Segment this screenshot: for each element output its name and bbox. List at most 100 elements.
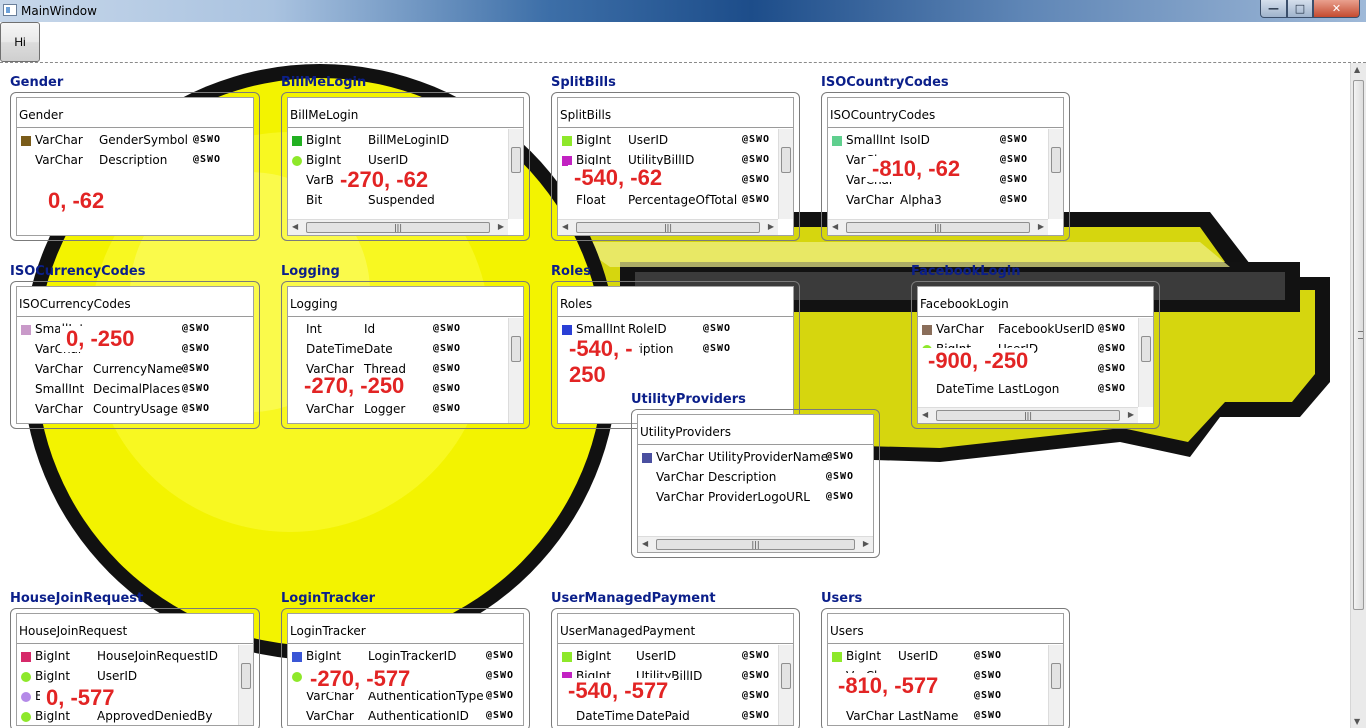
table-row[interactable]: BigIntUserID@SWO bbox=[17, 666, 253, 686]
column-flags[interactable]: @SWO bbox=[826, 487, 854, 507]
gender-table-title[interactable]: Gender bbox=[10, 75, 63, 90]
utility-providers-table-card[interactable]: UtilityProviders VarChar UtilityProviderNa… bbox=[631, 409, 880, 558]
column-list-horizontal-scrollbar[interactable]: ◀ ||| ▶ bbox=[918, 407, 1138, 423]
column-list-horizontal-scrollbar[interactable]: ◀ ||| ▶ bbox=[558, 219, 778, 235]
scroll-thumb[interactable]: ||| bbox=[656, 539, 855, 550]
column-flags[interactable]: @SWO bbox=[1000, 190, 1028, 210]
logging-table-title[interactable]: Logging bbox=[281, 264, 340, 279]
column-flags[interactable]: @SWO bbox=[433, 339, 461, 359]
column-flags[interactable]: @SWO bbox=[742, 130, 770, 150]
gender-column-list[interactable]: VarChar GenderSymbol @SWO VarChar Descriptio… bbox=[17, 128, 253, 237]
column-list-vertical-scrollbar[interactable] bbox=[508, 318, 523, 423]
roles-table-title[interactable]: Roles bbox=[551, 264, 591, 279]
table-row[interactable]: VarChar AuthenticationID @SWO bbox=[288, 706, 523, 726]
column-flags[interactable]: @SWO bbox=[486, 686, 514, 706]
scroll-thumb[interactable] bbox=[1051, 147, 1061, 173]
table-row[interactable]: VarChar Description @SWO bbox=[638, 467, 873, 487]
scroll-thumb[interactable]: ||| bbox=[846, 222, 1030, 233]
table-row[interactable]: Int Id @SWO bbox=[288, 319, 523, 339]
column-flags[interactable]: @SWO bbox=[433, 359, 461, 379]
column-flags[interactable]: @SWO bbox=[742, 666, 770, 686]
table-row[interactable]: VarChar LastName @SWO bbox=[828, 706, 1063, 726]
table-row[interactable]: DateTime Date @SWO bbox=[288, 339, 523, 359]
table-row[interactable]: BigIntUserID@SWO bbox=[558, 130, 793, 150]
table-row[interactable]: BigIntUserID@SWO bbox=[558, 646, 793, 666]
table-row[interactable]: Bit Suspended bbox=[288, 190, 523, 210]
bill-me-login-table-title[interactable]: BillMeLogin bbox=[281, 75, 366, 90]
table-row[interactable]: DateTime LastLogon @SWO bbox=[918, 379, 1153, 399]
scroll-thumb[interactable] bbox=[1353, 80, 1364, 610]
column-flags[interactable]: @SWO bbox=[974, 646, 1002, 666]
logging-table-card[interactable]: Logging Int Id @SWO DateTime Date @SWO VarChar T… bbox=[281, 281, 530, 429]
table-row[interactable]: DateTime DatePaid @SWO bbox=[558, 706, 793, 726]
scroll-left-arrow-icon[interactable]: ◀ bbox=[642, 539, 648, 548]
utility-providers-column-list[interactable]: VarChar UtilityProviderName @SWO VarChar Des… bbox=[638, 445, 873, 538]
table-row[interactable]: SmallInt DecimalPlaces @SWO bbox=[17, 379, 253, 399]
scroll-left-arrow-icon[interactable]: ◀ bbox=[832, 222, 838, 231]
column-flags[interactable]: @SWO bbox=[742, 646, 770, 666]
column-flags[interactable]: @SWO bbox=[742, 150, 770, 170]
column-flags[interactable]: @SWO bbox=[1000, 130, 1028, 150]
table-row[interactable]: VarChar UtilityProviderName @SWO bbox=[638, 447, 873, 467]
scroll-thumb[interactable] bbox=[511, 147, 521, 173]
column-flags[interactable]: @SWO bbox=[1098, 339, 1126, 359]
scroll-right-arrow-icon[interactable]: ▶ bbox=[1128, 410, 1134, 419]
table-row[interactable]: VarChar GenderSymbol @SWO bbox=[17, 130, 253, 150]
column-flags[interactable]: @SWO bbox=[433, 379, 461, 399]
column-flags[interactable]: @SWO bbox=[1098, 319, 1126, 339]
column-flags[interactable]: @SWO bbox=[703, 339, 731, 359]
column-flags[interactable]: @SWO bbox=[182, 339, 210, 359]
scroll-thumb[interactable] bbox=[1141, 336, 1151, 362]
scroll-thumb[interactable]: ||| bbox=[936, 410, 1120, 421]
maximize-button[interactable]: □ bbox=[1287, 0, 1313, 18]
scroll-left-arrow-icon[interactable]: ◀ bbox=[922, 410, 928, 419]
gender-table-card[interactable]: Gender VarChar GenderSymbol @SWO VarChar Desc… bbox=[10, 92, 260, 241]
column-flags[interactable]: @SWO bbox=[974, 666, 1002, 686]
table-row[interactable]: BigInt BillMeLoginID bbox=[288, 130, 523, 150]
column-flags[interactable]: @SWO bbox=[182, 319, 210, 339]
column-flags[interactable]: @SWO bbox=[974, 686, 1002, 706]
column-flags[interactable]: @SWO bbox=[1000, 150, 1028, 170]
table-row[interactable]: VarChar Logger @SWO bbox=[288, 399, 523, 419]
column-list-vertical-scrollbar[interactable] bbox=[1048, 645, 1063, 725]
scroll-thumb[interactable] bbox=[511, 336, 521, 362]
column-flags[interactable]: @SWO bbox=[826, 447, 854, 467]
table-row[interactable]: VarChar CurrencyName @SWO bbox=[17, 359, 253, 379]
main-vertical-scrollbar[interactable]: ▲ ▼ bbox=[1350, 63, 1366, 728]
split-bills-table-title[interactable]: SplitBills bbox=[551, 75, 616, 90]
table-row[interactable]: BigIntHouseJoinRequestID@SWO bbox=[17, 646, 253, 666]
column-flags[interactable]: @SWO bbox=[742, 686, 770, 706]
column-list-vertical-scrollbar[interactable] bbox=[778, 645, 793, 725]
logging-column-list[interactable]: Int Id @SWO DateTime Date @SWO VarChar Thread @S… bbox=[288, 317, 523, 425]
column-flags[interactable]: @SWO bbox=[486, 706, 514, 726]
scroll-right-arrow-icon[interactable]: ▶ bbox=[498, 222, 504, 231]
scroll-down-arrow-icon[interactable]: ▼ bbox=[1354, 717, 1360, 726]
scroll-right-arrow-icon[interactable]: ▶ bbox=[863, 539, 869, 548]
column-flags[interactable]: @SWO bbox=[826, 467, 854, 487]
scroll-thumb[interactable] bbox=[1051, 663, 1061, 689]
column-flags[interactable]: @SWO bbox=[742, 706, 770, 726]
table-row[interactable]: Float PercentageOfTotal @SWO bbox=[558, 190, 793, 210]
table-row[interactable]: VarChar FacebookUserID @SWO bbox=[918, 319, 1153, 339]
column-flags[interactable]: @SWO bbox=[974, 706, 1002, 726]
users-table-card[interactable]: UsersBigIntUserID@SWOVarChar@SWO@SWOVarC… bbox=[821, 608, 1070, 728]
table-row[interactable]: VarChar Description @SWO bbox=[17, 150, 253, 170]
minimize-button[interactable]: — bbox=[1260, 0, 1287, 18]
table-row[interactable]: VarChar Alpha3 @SWO bbox=[828, 190, 1063, 210]
scroll-thumb[interactable]: ||| bbox=[306, 222, 490, 233]
column-flags[interactable]: @SWO bbox=[193, 130, 221, 150]
column-list-vertical-scrollbar[interactable] bbox=[508, 129, 523, 219]
column-flags[interactable]: @SWO bbox=[1000, 170, 1028, 190]
column-flags[interactable]: @SWO bbox=[182, 379, 210, 399]
table-row[interactable]: SmallInt IsoID @SWO bbox=[828, 130, 1063, 150]
scroll-thumb[interactable] bbox=[241, 663, 251, 689]
user-managed-payment-table-card[interactable]: UserManagedPayment BigInt UserID @SWO BigInt… bbox=[551, 608, 800, 728]
facebook-login-table-title[interactable]: FacebookLogin bbox=[911, 264, 1020, 279]
login-tracker-table-title[interactable]: LoginTracker bbox=[281, 591, 375, 606]
column-list-vertical-scrollbar[interactable] bbox=[778, 129, 793, 219]
table-row[interactable]: VarChar CountryUsage @SWO bbox=[17, 399, 253, 419]
hi-button[interactable]: Hi bbox=[0, 22, 40, 62]
column-flags[interactable]: @SWO bbox=[703, 319, 731, 339]
scroll-thumb[interactable] bbox=[781, 663, 791, 689]
column-list-horizontal-scrollbar[interactable]: ◀ ||| ▶ bbox=[638, 536, 873, 552]
